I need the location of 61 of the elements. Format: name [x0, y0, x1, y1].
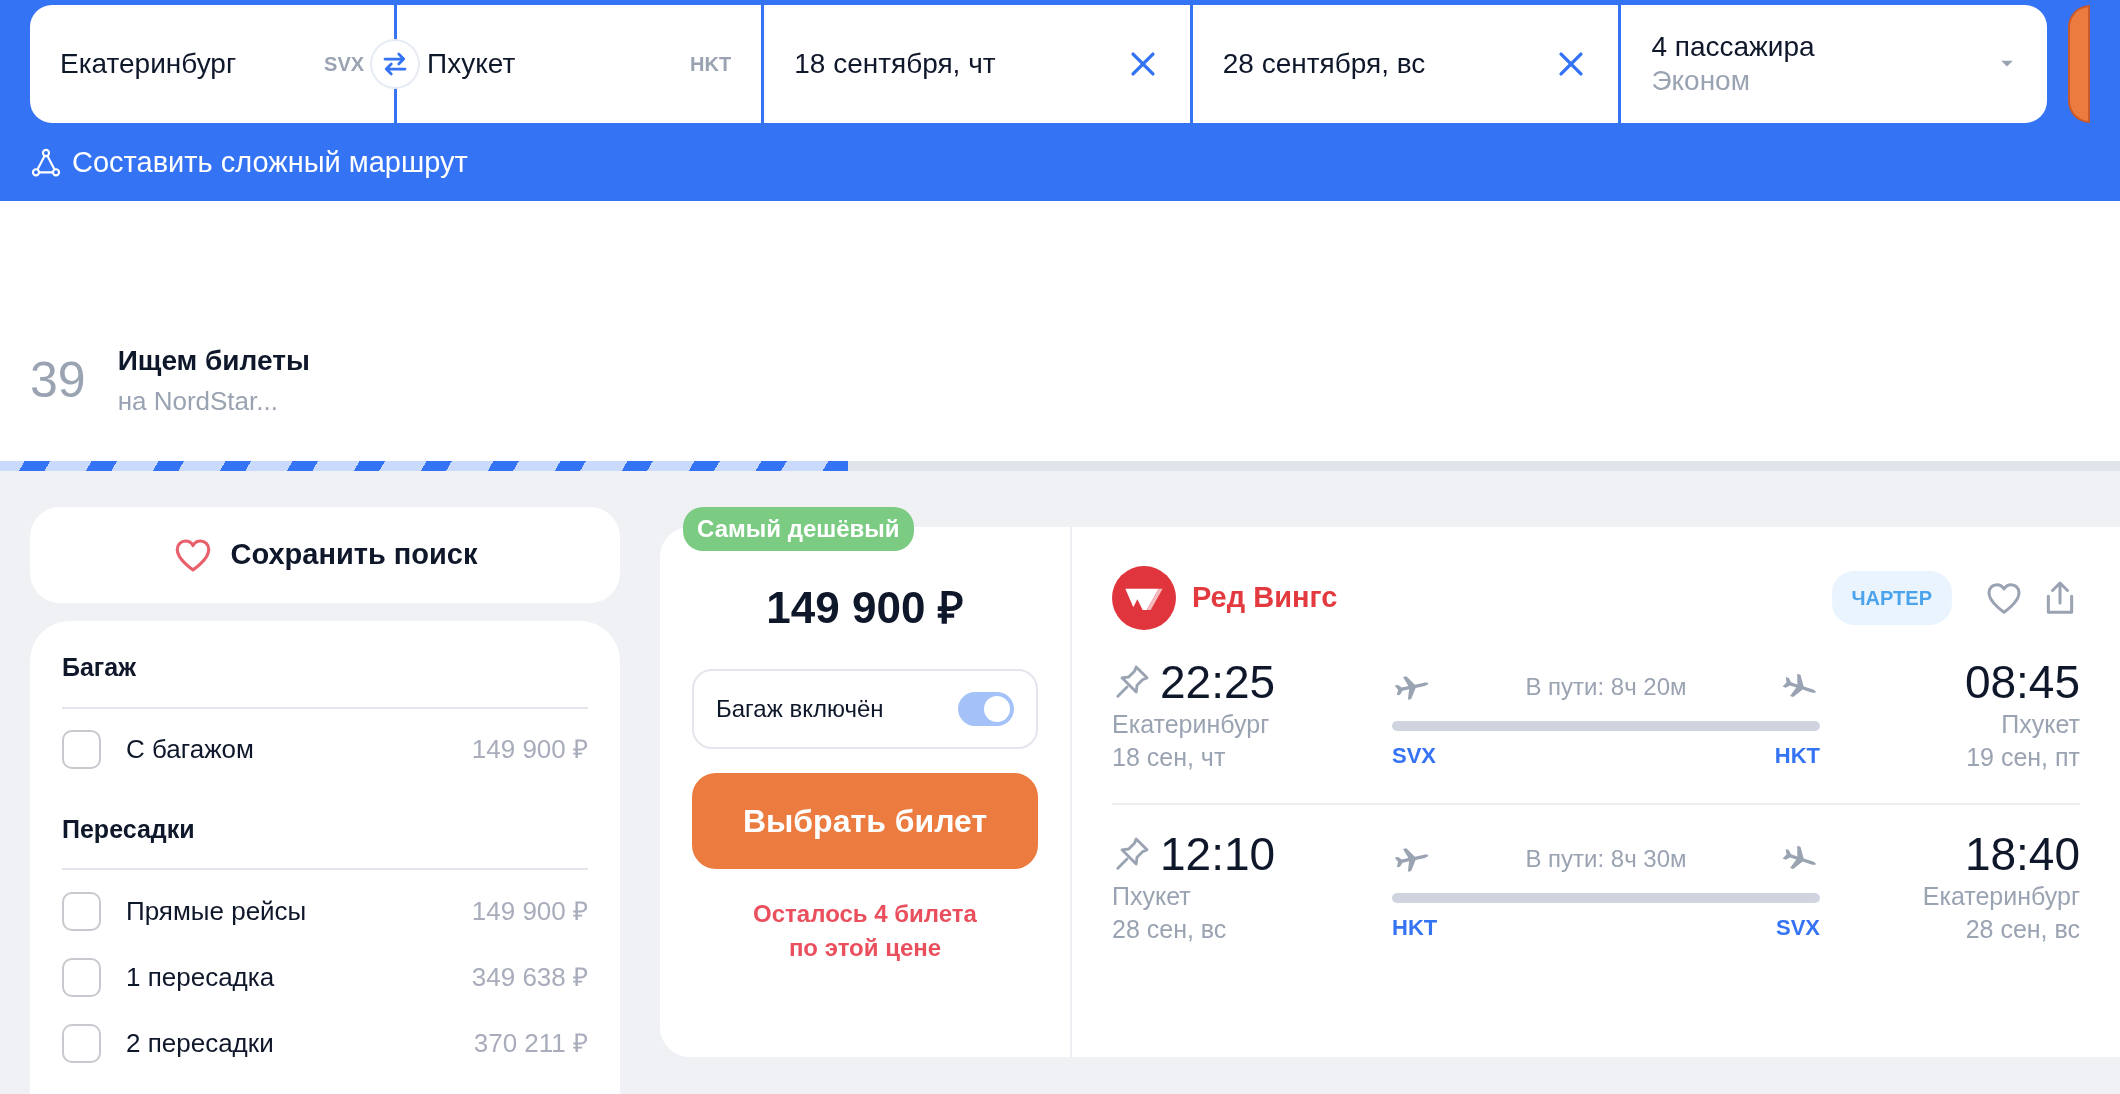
- passengers-field[interactable]: 4 пассажира Эконом: [1621, 5, 2047, 123]
- departure-time: 12:10: [1160, 829, 1276, 880]
- filter-price: 149 900 ₽: [471, 733, 588, 766]
- filter-price: 349 638 ₽: [471, 960, 588, 994]
- arrival-date: 28 сен, вс: [1964, 914, 2080, 946]
- arrival-city: Екатеринбург: [1921, 880, 2080, 912]
- filter-label: Прямые рейсы: [126, 894, 307, 928]
- airport-code: SVX: [1392, 742, 1437, 770]
- checkbox[interactable]: [62, 1023, 101, 1063]
- arrival-time: 18:40: [1963, 829, 2080, 880]
- charter-tag: ЧАРТЕР: [1831, 571, 1952, 625]
- departure-city: Пхукет: [1112, 880, 1192, 912]
- search-status-title: Ищем билеты: [117, 344, 310, 378]
- filter-heading: Багаж: [62, 643, 588, 709]
- airport-code: HKT: [1774, 742, 1820, 770]
- arrival-time: 08:45: [1963, 657, 2080, 708]
- airport-code: HKT: [690, 52, 732, 77]
- passenger-count: 4 пассажира: [1651, 30, 1815, 64]
- search-counter: 39: [30, 355, 86, 405]
- arrival-date: 19 сен, пт: [1965, 742, 2080, 774]
- airline-logo: [1112, 566, 1176, 630]
- airline-name: Ред Вингс: [1192, 580, 1338, 616]
- search-button[interactable]: [2068, 5, 2090, 123]
- origin-field[interactable]: Екатеринбург SVX: [30, 5, 395, 123]
- departure-date: 18 сен, чт: [1112, 742, 1227, 774]
- destination-city: Пхукет: [427, 47, 516, 81]
- filter-label: С багажом: [126, 733, 254, 766]
- availability-note: Осталось 4 билета по этой цене: [752, 899, 978, 963]
- arrival-city: Пхукет: [2000, 708, 2080, 740]
- filter-label: 2 пересадки: [126, 1026, 274, 1060]
- filter-label: 1 пересадка: [126, 960, 275, 994]
- departure-city: Екатеринбург: [1112, 708, 1271, 740]
- return-date-field[interactable]: 28 сентября, вс: [1192, 5, 1619, 123]
- cabin-class: Эконом: [1651, 64, 1751, 98]
- date-text: 28 сентября, вс: [1222, 47, 1426, 81]
- swap-button[interactable]: [371, 41, 418, 87]
- departure-date: 28 сен, вс: [1112, 914, 1228, 946]
- departure-time: 22:25: [1160, 657, 1276, 708]
- complex-route-link[interactable]: Составить сложный маршрут: [30, 141, 468, 185]
- filter-price: 149 900 ₽: [471, 894, 588, 928]
- baggage-label: Багаж включён: [716, 694, 884, 724]
- search-status-subtitle: на NordStar...: [117, 385, 279, 418]
- ticket-price: 149 900 ₽: [766, 582, 964, 634]
- checkbox[interactable]: [62, 957, 101, 997]
- checkbox[interactable]: [62, 891, 101, 931]
- origin-city: Екатеринбург: [60, 47, 237, 81]
- checkbox[interactable]: [62, 730, 101, 769]
- airport-code: HKT: [1392, 914, 1438, 943]
- flight-duration: В пути: 8ч 30м: [1525, 844, 1687, 875]
- toggle-switch[interactable]: [958, 692, 1014, 726]
- cheapest-badge: Самый дешёвый: [683, 507, 914, 551]
- airport-code: SVX: [1775, 914, 1820, 943]
- filter-heading: Пересадки: [62, 804, 588, 870]
- flight-duration: В пути: 8ч 20м: [1525, 672, 1687, 702]
- destination-field[interactable]: Пхукет HKT: [397, 5, 762, 123]
- save-search-button[interactable]: Сохранить поиск: [30, 507, 620, 603]
- airport-code: SVX: [324, 52, 365, 77]
- departure-date-field[interactable]: 18 сентября, чт: [764, 5, 1190, 123]
- route-icon: [30, 146, 62, 179]
- date-text: 18 сентября, чт: [794, 47, 996, 81]
- filter-price: 370 211 ₽: [473, 1026, 588, 1060]
